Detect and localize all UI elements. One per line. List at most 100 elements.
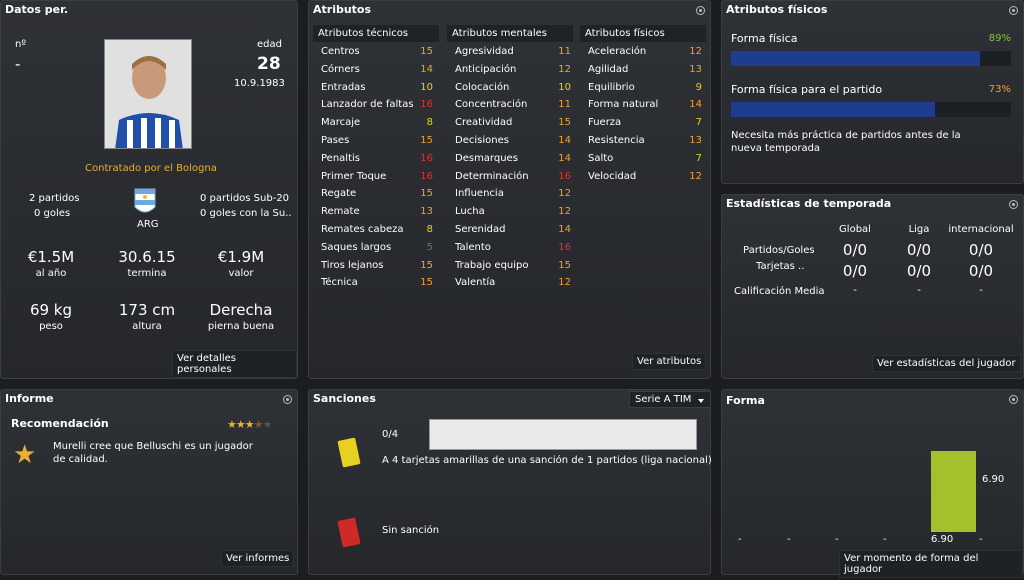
attr-value: 15: [420, 188, 433, 200]
mental-attr-row: Valentía 12: [455, 274, 571, 291]
attr-name: Entradas: [321, 81, 366, 93]
right-stat-1: 0 partidos Sub-20: [200, 193, 290, 204]
attr-value: 11: [558, 99, 571, 111]
number-label: nº: [15, 39, 27, 50]
attr-value: 8: [426, 117, 433, 129]
attr-value: 12: [558, 206, 571, 218]
wage-value: €1.5M: [27, 248, 75, 266]
attr-value: 15: [420, 135, 433, 146]
form-dash-4: -: [883, 534, 887, 545]
attr-name: Agresividad: [455, 46, 514, 57]
rating-global: -: [853, 285, 857, 296]
form-dash-5: -: [979, 534, 983, 545]
attr-value: 10: [420, 81, 433, 93]
fitness-options-icon[interactable]: [1009, 6, 1018, 15]
attr-value: 15: [558, 259, 571, 271]
form-title: Forma: [726, 394, 765, 407]
tech-attr-row: Penaltis 16: [321, 150, 433, 167]
mental-attr-row: Creatividad 15: [455, 114, 571, 131]
mental-attr-row: Lucha 12: [455, 203, 571, 220]
competition-dropdown-value: Serie A TIM: [635, 394, 692, 405]
sanctions-panel: Sanciones Serie A TIM 0/4 A 4 tarjetas a…: [308, 389, 712, 575]
view-reports-link[interactable]: Ver informes: [221, 550, 295, 567]
row-cards-label: Tarjetas ..: [756, 261, 805, 272]
form-bar-value: 6.90: [982, 474, 1005, 485]
phys-attr-row: Fuerza 7: [588, 114, 702, 131]
form-dash-2: -: [787, 534, 791, 545]
mental-attr-row: Concentración 11: [455, 96, 571, 113]
personal-title: Datos per.: [5, 3, 69, 16]
view-attributes-link[interactable]: Ver atributos: [632, 353, 707, 370]
tech-attr-row: Centros 15: [321, 43, 433, 60]
report-options-icon[interactable]: [283, 395, 292, 404]
season-title: Estadísticas de temporada: [726, 197, 892, 210]
attr-value: 12: [558, 277, 571, 289]
season-stats-panel: Estadísticas de temporada Global Liga in…: [721, 194, 1024, 379]
attr-name: Aceleración: [588, 46, 647, 57]
competition-dropdown[interactable]: Serie A TIM: [629, 391, 711, 408]
tech-attr-row: Primer Toque 16: [321, 168, 433, 185]
attr-value: 8: [426, 224, 433, 235]
attr-name: Marcaje: [321, 117, 361, 129]
mental-header: Atributos mentales: [447, 25, 573, 42]
phys-attr-row: Equilibrio 9: [588, 79, 702, 96]
fitness-title: Atributos físicos: [726, 3, 828, 16]
view-form-link[interactable]: Ver momento de forma del jugador: [839, 550, 1023, 578]
player-value: €1.9M: [217, 248, 265, 266]
attr-name: Remate: [321, 206, 360, 218]
avg-rating-label: Calificación Media: [734, 286, 825, 297]
season-options-icon[interactable]: [1009, 200, 1018, 209]
phys-attr-row: Agilidad 13: [588, 61, 702, 78]
attr-name: Técnica: [321, 277, 358, 289]
foot-value: Derecha: [209, 301, 273, 319]
left-stat-2: 0 goles: [34, 208, 71, 219]
attr-name: Trabajo equipo: [455, 259, 529, 271]
attr-name: Primer Toque: [321, 170, 387, 182]
height-value: 173 cm: [118, 301, 176, 319]
attr-name: Salto: [588, 152, 614, 164]
view-player-stats-link[interactable]: Ver estadísticas del jugador: [872, 355, 1021, 372]
attr-name: Colocación: [455, 81, 510, 93]
attr-name: Pases: [321, 135, 350, 146]
attr-name: Remates cabeza: [321, 224, 404, 235]
form-options-icon[interactable]: [1009, 395, 1018, 404]
attributes-options-icon[interactable]: [696, 6, 705, 15]
attr-value: 14: [558, 152, 571, 164]
yellow-card-icon: [337, 437, 361, 468]
recommendation-label: Recomendación: [11, 417, 109, 430]
form-panel: Forma 6.90 6.90 - - - - - Ver momento de…: [721, 389, 1024, 578]
attr-name: Lucha: [455, 206, 485, 218]
season-col-global: Global: [839, 224, 871, 235]
attr-value: 5: [426, 241, 433, 253]
attr-value: 15: [420, 259, 433, 271]
mental-attr-row: Determinación 16: [455, 168, 571, 185]
cards-international: 0/0: [968, 262, 994, 280]
tech-attr-row: Lanzador de faltas 16: [321, 96, 433, 113]
mental-attr-row: Colocación 10: [455, 79, 571, 96]
chevron-down-icon: [698, 399, 704, 403]
age-value: 28: [257, 54, 281, 74]
condition-bar: [731, 51, 1011, 66]
tech-attr-row: Remate 13: [321, 203, 433, 220]
mental-attr-row: Decisiones 14: [455, 132, 571, 149]
attr-value: 7: [695, 117, 702, 129]
tech-attr-row: Córners 14: [321, 61, 433, 78]
weight-value: 69 kg: [29, 301, 73, 319]
view-personal-details-link[interactable]: Ver detalles personales: [172, 350, 297, 378]
number-value: -: [15, 55, 21, 73]
wage-label: al año: [35, 268, 67, 279]
attr-value: 15: [420, 277, 433, 289]
attr-value: 12: [689, 46, 702, 57]
left-stat-1: 2 partidos: [29, 193, 80, 204]
match-fitness-bar: [731, 102, 1011, 117]
nation-code: ARG: [137, 219, 159, 230]
contract-expiry-label: termina: [127, 268, 167, 279]
attr-value: 12: [558, 63, 571, 75]
tech-attr-row: Saques largos 5: [321, 239, 433, 256]
attr-name: Equilibrio: [588, 81, 635, 93]
attr-value: 13: [420, 206, 433, 218]
right-stat-2: 0 goles con la Su..: [200, 208, 292, 219]
attr-value: 14: [558, 224, 571, 235]
height-label: altura: [132, 321, 162, 332]
birth-date: 10.9.1983: [234, 78, 285, 89]
